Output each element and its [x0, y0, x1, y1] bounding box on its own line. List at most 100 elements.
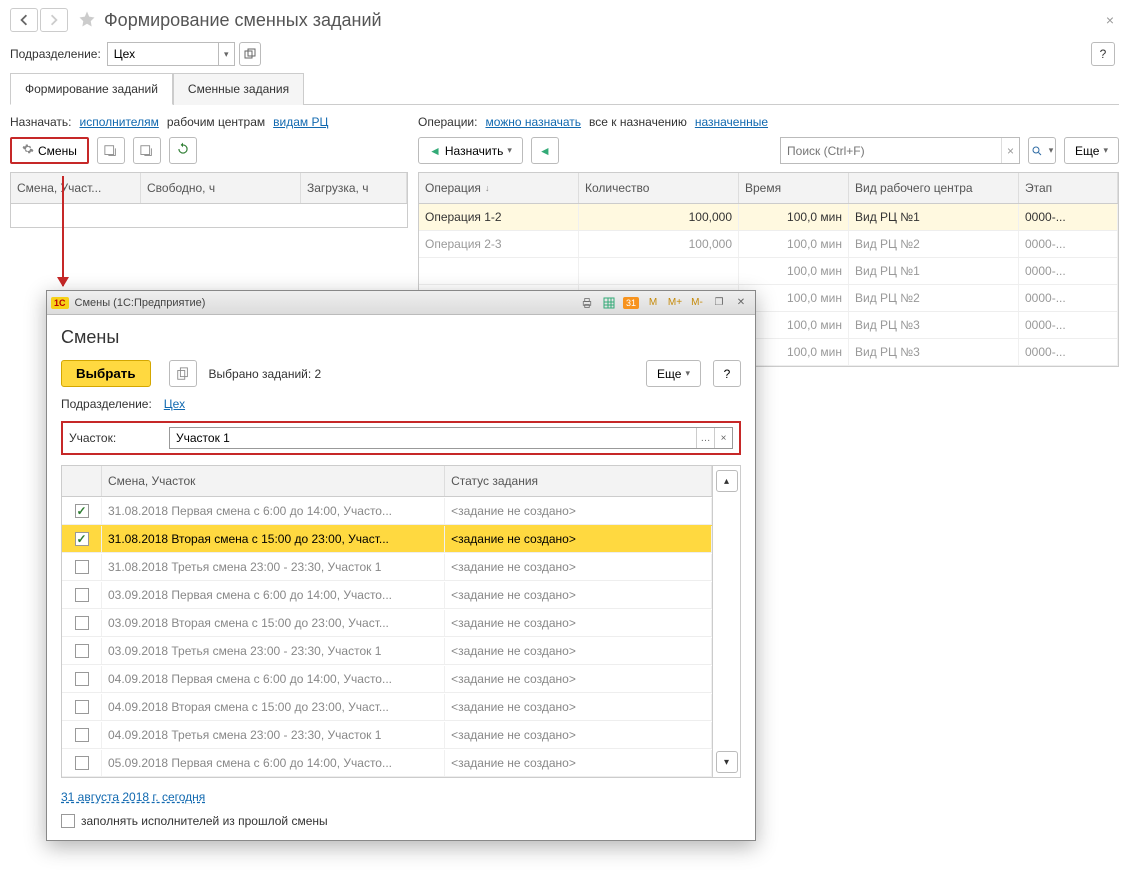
- th-rc[interactable]: Вид рабочего центра: [849, 173, 1019, 203]
- table-cell: 0000-...: [1019, 339, 1118, 365]
- m-minus-button[interactable]: M-: [687, 294, 707, 312]
- row-checkbox[interactable]: [75, 560, 89, 574]
- fill-checkbox[interactable]: [61, 814, 75, 828]
- table-row[interactable]: 04.09.2018 Третья смена 23:00 - 23:30, У…: [62, 721, 712, 749]
- table-row[interactable]: 04.09.2018 Вторая смена с 15:00 до 23:00…: [62, 693, 712, 721]
- search-clear-icon[interactable]: ×: [1001, 138, 1019, 163]
- table-cell: Вид РЦ №2: [849, 231, 1019, 257]
- modal-close-icon[interactable]: ✕: [731, 294, 751, 312]
- assign-button[interactable]: ◄ Назначить ▾: [418, 137, 523, 164]
- th-shift[interactable]: Смена, Участок: [102, 466, 445, 496]
- table-row[interactable]: 03.09.2018 Третья смена 23:00 - 23:30, У…: [62, 637, 712, 665]
- print-icon[interactable]: [577, 294, 597, 312]
- th-qty[interactable]: Количество: [579, 173, 739, 203]
- left-table: Смена, Участ... Свободно, ч Загрузка, ч: [10, 172, 408, 228]
- row-checkbox[interactable]: [75, 644, 89, 658]
- th-checkbox: [62, 466, 102, 496]
- toolbar-btn-2[interactable]: [133, 137, 161, 164]
- table-cell: [579, 258, 739, 284]
- th-status[interactable]: Статус задания: [445, 466, 712, 496]
- th-op[interactable]: Операция↓: [419, 173, 579, 203]
- grid-icon[interactable]: [599, 294, 619, 312]
- chevron-down-icon: ▾: [685, 368, 690, 379]
- row-checkbox[interactable]: [75, 700, 89, 714]
- th-time[interactable]: Время: [739, 173, 849, 203]
- link-can-assign[interactable]: можно назначать: [485, 115, 581, 129]
- row-shift: 04.09.2018 Первая смена с 6:00 до 14:00,…: [102, 666, 445, 692]
- table-cell: Вид РЦ №3: [849, 312, 1019, 338]
- ellipsis-icon[interactable]: …: [696, 428, 714, 448]
- th-load[interactable]: Загрузка, ч: [301, 173, 407, 203]
- table-cell: 0000-...: [1019, 285, 1118, 311]
- date-link[interactable]: 31 августа 2018 г. сегодня: [61, 790, 205, 804]
- scroll-up-icon[interactable]: ▴: [716, 470, 738, 492]
- row-checkbox[interactable]: ✓: [75, 504, 89, 518]
- table-cell: Вид РЦ №1: [849, 204, 1019, 230]
- search-input[interactable]: [781, 144, 1001, 158]
- area-field[interactable]: … ×: [169, 427, 733, 449]
- sort-icon: ↓: [485, 183, 490, 193]
- scroll-down-icon[interactable]: ▾: [716, 751, 738, 773]
- table-row[interactable]: 100,0 минВид РЦ №10000-...: [419, 258, 1118, 285]
- row-checkbox-cell: ✓: [62, 498, 102, 524]
- table-row[interactable]: ✓31.08.2018 Вторая смена с 15:00 до 23:0…: [62, 525, 712, 553]
- row-checkbox[interactable]: [75, 616, 89, 630]
- m-plus-button[interactable]: M+: [665, 294, 685, 312]
- row-shift: 04.09.2018 Третья смена 23:00 - 23:30, У…: [102, 722, 445, 748]
- table-row[interactable]: 03.09.2018 Первая смена с 6:00 до 14:00,…: [62, 581, 712, 609]
- search-exec-button[interactable]: ▾: [1028, 137, 1056, 164]
- dropdown-toggle-icon[interactable]: ▾: [218, 43, 234, 65]
- favorite-icon[interactable]: [78, 10, 96, 31]
- smeny-button[interactable]: Смены: [10, 137, 89, 164]
- table-row[interactable]: ✓31.08.2018 Первая смена с 6:00 до 14:00…: [62, 497, 712, 525]
- th-free[interactable]: Свободно, ч: [141, 173, 301, 203]
- tab-smeny[interactable]: Сменные задания: [173, 73, 304, 105]
- podr-input[interactable]: [108, 47, 218, 61]
- close-icon[interactable]: ×: [1106, 12, 1114, 28]
- copy-icon[interactable]: [169, 360, 197, 387]
- nav-forward[interactable]: [40, 8, 68, 32]
- row-checkbox[interactable]: [75, 672, 89, 686]
- calendar-icon[interactable]: 31: [621, 294, 641, 312]
- link-assigned[interactable]: назначенные: [695, 115, 768, 129]
- modal-podr-link[interactable]: Цех: [164, 397, 185, 411]
- assign-label: Назначать:: [10, 115, 72, 129]
- m-button[interactable]: M: [643, 294, 663, 312]
- table-row[interactable]: 04.09.2018 Первая смена с 6:00 до 14:00,…: [62, 665, 712, 693]
- select-button[interactable]: Выбрать: [61, 360, 151, 387]
- modal-help-button[interactable]: ?: [713, 360, 741, 387]
- modal-more-button[interactable]: Еще ▾: [646, 360, 701, 387]
- table-row[interactable]: Операция 1-2100,000100,0 минВид РЦ №1000…: [419, 204, 1118, 231]
- link-rctype[interactable]: видам РЦ: [273, 115, 328, 129]
- table-row[interactable]: 05.09.2018 Первая смена с 6:00 до 14:00,…: [62, 749, 712, 777]
- table-row[interactable]: 03.09.2018 Вторая смена с 15:00 до 23:00…: [62, 609, 712, 637]
- help-button[interactable]: ?: [1091, 42, 1115, 66]
- table-row[interactable]: Операция 2-3100,000100,0 минВид РЦ №2000…: [419, 231, 1118, 258]
- window-restore-icon[interactable]: ❐: [709, 294, 729, 312]
- row-checkbox[interactable]: [75, 756, 89, 770]
- refresh-button[interactable]: [169, 137, 197, 164]
- podr-dropdown[interactable]: ▾: [107, 42, 235, 66]
- link-performers[interactable]: исполнителям: [80, 115, 159, 129]
- more-button[interactable]: Еще ▾: [1064, 137, 1119, 164]
- row-checkbox[interactable]: [75, 728, 89, 742]
- link-workcenters[interactable]: рабочим центрам: [167, 115, 265, 129]
- row-checkbox-cell: [62, 694, 102, 720]
- toolbar-btn-1[interactable]: [97, 137, 125, 164]
- row-checkbox[interactable]: [75, 588, 89, 602]
- row-checkbox[interactable]: ✓: [75, 532, 89, 546]
- tab-form[interactable]: Формирование заданий: [10, 73, 173, 105]
- open-external-icon[interactable]: [239, 42, 261, 66]
- table-row[interactable]: 31.08.2018 Третья смена 23:00 - 23:30, У…: [62, 553, 712, 581]
- nav-back[interactable]: [10, 8, 38, 32]
- txt-all[interactable]: все к назначению: [589, 115, 687, 129]
- th-stage[interactable]: Этап: [1019, 173, 1118, 203]
- assign-left-single[interactable]: ◄: [531, 137, 559, 164]
- row-status: <задание не создано>: [445, 638, 712, 664]
- ops-label: Операции:: [418, 115, 477, 129]
- th-shift[interactable]: Смена, Участ...: [11, 173, 141, 203]
- area-input[interactable]: [170, 428, 696, 448]
- clear-icon[interactable]: ×: [714, 428, 732, 448]
- search-box[interactable]: ×: [780, 137, 1020, 164]
- chevron-down-icon: ▾: [1103, 145, 1108, 156]
